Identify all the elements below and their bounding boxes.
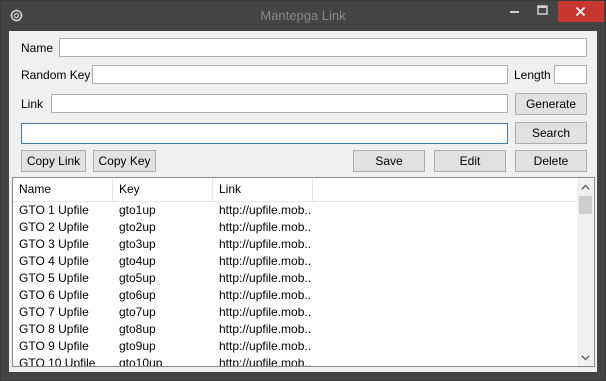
- maximize-icon: [537, 5, 548, 15]
- scroll-down-button[interactable]: [577, 349, 594, 366]
- table-row[interactable]: GTO 7 Upfile gto7up http://upfile.mob...: [13, 304, 578, 321]
- cell-link: http://upfile.mob...: [219, 220, 311, 234]
- cell-name: GTO 9 Upfile: [19, 339, 89, 353]
- delete-button[interactable]: Delete: [515, 150, 587, 172]
- cell-link: http://upfile.mob...: [219, 203, 311, 217]
- cell-name: GTO 3 Upfile: [19, 237, 89, 251]
- copy-link-button[interactable]: Copy Link: [21, 150, 86, 172]
- cell-key: gto9up: [119, 339, 156, 353]
- cell-key: gto2up: [119, 220, 156, 234]
- table-row[interactable]: GTO 2 Upfile gto2up http://upfile.mob...: [13, 219, 578, 236]
- cell-name: GTO 7 Upfile: [19, 305, 89, 319]
- scroll-up-button[interactable]: [577, 178, 594, 195]
- table-row[interactable]: GTO 5 Upfile gto5up http://upfile.mob...: [13, 270, 578, 287]
- cell-name: GTO 10 Upfile: [19, 356, 96, 367]
- cell-link: http://upfile.mob...: [219, 237, 311, 251]
- close-icon: [575, 6, 586, 17]
- chevron-up-icon: [581, 184, 590, 190]
- length-field[interactable]: [554, 65, 587, 84]
- copy-key-button[interactable]: Copy Key: [93, 150, 156, 172]
- table-row[interactable]: GTO 1 Upfile gto1up http://upfile.mob...: [13, 202, 578, 219]
- cell-link: http://upfile.mob...: [219, 356, 311, 367]
- cell-link: http://upfile.mob...: [219, 305, 311, 319]
- cell-key: gto3up: [119, 237, 156, 251]
- cell-key: gto8up: [119, 322, 156, 336]
- table-row[interactable]: GTO 8 Upfile gto8up http://upfile.mob...: [13, 321, 578, 338]
- link-field[interactable]: [51, 94, 508, 113]
- length-label: Length: [514, 68, 551, 82]
- minimize-button[interactable]: [501, 1, 528, 22]
- column-header-link[interactable]: Link: [213, 178, 313, 201]
- cell-key: gto5up: [119, 271, 156, 285]
- maximize-button[interactable]: [529, 1, 556, 22]
- cell-name: GTO 4 Upfile: [19, 254, 89, 268]
- link-label: Link: [21, 97, 44, 111]
- title-bar[interactable]: Mantepga Link: [1, 1, 605, 31]
- cell-key: gto1up: [119, 203, 156, 217]
- random-key-label: Random Key: [21, 68, 91, 82]
- table-row[interactable]: GTO 4 Upfile gto4up http://upfile.mob...: [13, 253, 578, 270]
- cell-name: GTO 8 Upfile: [19, 322, 89, 336]
- form-client-area: Name Random Key Length Link Generate Sea…: [9, 31, 597, 372]
- cell-name: GTO 2 Upfile: [19, 220, 89, 234]
- table-row[interactable]: GTO 9 Upfile gto9up http://upfile.mob...: [13, 338, 578, 355]
- cell-key: gto6up: [119, 288, 156, 302]
- vertical-scrollbar[interactable]: [577, 178, 594, 366]
- scroll-thumb[interactable]: [579, 196, 592, 214]
- cell-key: gto7up: [119, 305, 156, 319]
- close-button[interactable]: [558, 1, 604, 22]
- save-button[interactable]: Save: [353, 150, 425, 172]
- generate-button[interactable]: Generate: [515, 93, 587, 115]
- chevron-down-icon: [581, 354, 590, 360]
- cell-name: GTO 6 Upfile: [19, 288, 89, 302]
- table-row[interactable]: GTO 6 Upfile gto6up http://upfile.mob...: [13, 287, 578, 304]
- search-button[interactable]: Search: [515, 122, 587, 144]
- links-list[interactable]: Name Key Link GTO 1 Upfile gto1up http://u…: [12, 177, 595, 367]
- name-label: Name: [21, 41, 54, 55]
- cell-key: gto10up: [119, 356, 163, 367]
- name-field[interactable]: [59, 38, 587, 57]
- list-rows: GTO 1 Upfile gto1up http://upfile.mob... GT…: [13, 202, 578, 367]
- table-row[interactable]: GTO 10 Upfile gto10up http://upfile.mob...: [13, 355, 578, 367]
- cell-link: http://upfile.mob...: [219, 322, 311, 336]
- edit-button[interactable]: Edit: [434, 150, 506, 172]
- cell-link: http://upfile.mob...: [219, 271, 311, 285]
- cell-name: GTO 5 Upfile: [19, 271, 89, 285]
- column-header-key[interactable]: Key: [113, 178, 213, 201]
- minimize-icon: [510, 11, 519, 13]
- cell-key: gto4up: [119, 254, 156, 268]
- column-header-name[interactable]: Name: [13, 178, 113, 201]
- cell-link: http://upfile.mob...: [219, 339, 311, 353]
- main-window: Mantepga Link Name Random Key Length Lin…: [0, 0, 606, 381]
- cell-name: GTO 1 Upfile: [19, 203, 89, 217]
- cell-link: http://upfile.mob...: [219, 288, 311, 302]
- list-header: Name Key Link: [13, 178, 578, 202]
- cell-link: http://upfile.mob...: [219, 254, 311, 268]
- search-input[interactable]: [21, 123, 508, 144]
- table-row[interactable]: GTO 3 Upfile gto3up http://upfile.mob...: [13, 236, 578, 253]
- random-key-field[interactable]: [92, 65, 508, 84]
